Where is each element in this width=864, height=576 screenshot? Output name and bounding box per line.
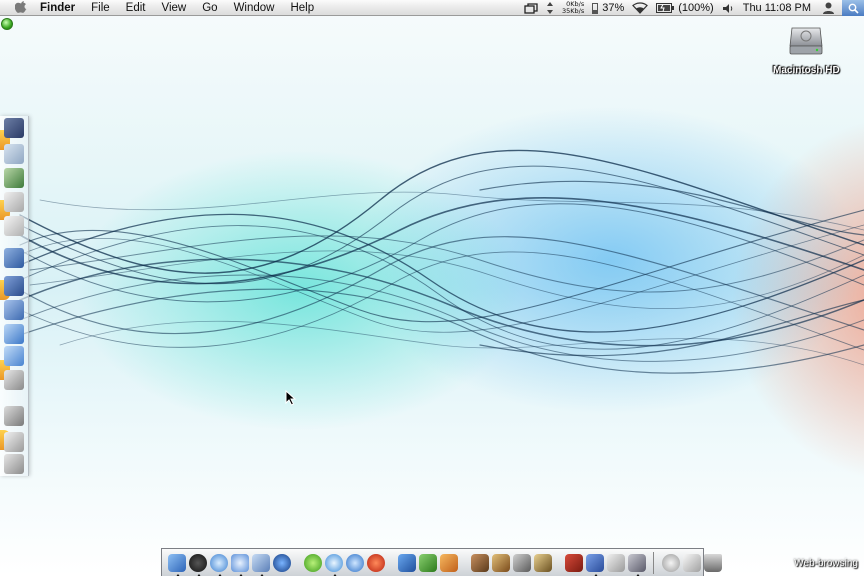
drawer-finder-icon[interactable]: [4, 248, 24, 268]
google-earth-icon[interactable]: [272, 553, 291, 572]
disk-label: Macintosh HD: [773, 65, 840, 76]
drawer-music-icon[interactable]: [4, 192, 24, 212]
mercury-icon[interactable]: [366, 553, 385, 572]
menu-help[interactable]: Help: [282, 0, 322, 16]
arrows-updown-icon[interactable]: [546, 2, 554, 14]
excel-icon[interactable]: [418, 553, 437, 572]
editor-icon[interactable]: [491, 553, 510, 572]
battery-percent: (100%): [678, 2, 714, 14]
drawer-image-icon[interactable]: [4, 168, 24, 188]
mail-icon[interactable]: [251, 553, 270, 576]
menu-file[interactable]: File: [83, 0, 118, 16]
spaces-icon[interactable]: [524, 2, 538, 14]
dock: [161, 548, 722, 576]
xcode-icon[interactable]: [585, 553, 604, 576]
drawer-camera-icon[interactable]: [4, 432, 24, 452]
net-up-rate: 35Kb/s: [561, 7, 585, 15]
network-icon[interactable]: [230, 553, 249, 576]
sword-icon[interactable]: [512, 553, 531, 572]
mouse-cursor-icon: [285, 390, 297, 406]
cpu-bar-icon: [592, 2, 599, 14]
hard-drive-icon: [789, 27, 823, 55]
wallpaper-waves: [19, 149, 864, 374]
drawer-globe-icon[interactable]: [4, 324, 24, 344]
battery-icon: [656, 3, 675, 13]
quicktime-icon[interactable]: [345, 553, 364, 572]
trash-icon[interactable]: [703, 553, 722, 572]
drawer-pen-icon[interactable]: [4, 276, 24, 296]
drawer-itunes-icon[interactable]: [4, 346, 24, 366]
menu-view[interactable]: View: [154, 0, 195, 16]
volume-icon[interactable]: [722, 3, 735, 14]
system-preferences-icon[interactable]: [627, 553, 646, 576]
itunes-icon[interactable]: [324, 553, 343, 576]
tools-icon[interactable]: [470, 553, 489, 572]
word-icon[interactable]: [397, 553, 416, 572]
menu-window[interactable]: Window: [226, 0, 283, 16]
green-indicator-icon[interactable]: [1, 18, 13, 30]
menu-edit[interactable]: Edit: [118, 0, 154, 16]
menu-clock[interactable]: Thu 11:08 PM: [743, 2, 811, 14]
dashboard-icon[interactable]: [188, 553, 207, 576]
macintosh-hd-icon[interactable]: Macintosh HD: [773, 22, 840, 76]
cpu-monitor[interactable]: 37%: [592, 2, 624, 14]
drawer-utility-icon[interactable]: [4, 454, 24, 474]
apple-menu-icon[interactable]: [14, 0, 28, 15]
wifi-icon[interactable]: [632, 2, 649, 14]
finder-icon[interactable]: [167, 553, 186, 576]
spotlight-icon[interactable]: [842, 0, 864, 16]
menu-bar: Finder File Edit View Go Window Help 0Kb…: [0, 0, 864, 16]
menu-extras: 0Kb/s 35Kb/s 37% (100%) Thu 11:08 PM: [524, 0, 864, 16]
battery-status[interactable]: (100%): [656, 2, 714, 14]
bootcamp-icon[interactable]: [606, 553, 625, 572]
dock-separator: [653, 551, 654, 574]
drawer-document-icon[interactable]: [4, 144, 24, 164]
cpu-usage: 37%: [602, 2, 625, 14]
shield-icon[interactable]: [533, 553, 552, 572]
downloads-icon[interactable]: [661, 553, 680, 572]
messenger-icon[interactable]: [303, 553, 322, 572]
safari-icon[interactable]: [209, 553, 228, 576]
network-monitor[interactable]: 0Kb/s 35Kb/s: [562, 1, 584, 15]
watermark-text: Web-browsing: [794, 558, 858, 569]
menu-app-finder[interactable]: Finder: [40, 0, 83, 16]
drawer-file-icon[interactable]: [4, 216, 24, 236]
menu-go[interactable]: Go: [194, 0, 225, 16]
side-dock: [0, 116, 29, 476]
powerpoint-icon[interactable]: [439, 553, 458, 572]
documents-icon[interactable]: [682, 553, 701, 572]
drawer-preview-icon[interactable]: [4, 300, 24, 320]
drawer-tools-icon[interactable]: [4, 370, 24, 390]
drawer-app-icon[interactable]: [4, 118, 24, 138]
user-icon[interactable]: [823, 2, 834, 14]
desktop[interactable]: Finder File Edit View Go Window Help 0Kb…: [0, 0, 864, 576]
dictionary-icon[interactable]: [564, 553, 583, 572]
drawer-disk-utility-icon[interactable]: [4, 406, 24, 426]
